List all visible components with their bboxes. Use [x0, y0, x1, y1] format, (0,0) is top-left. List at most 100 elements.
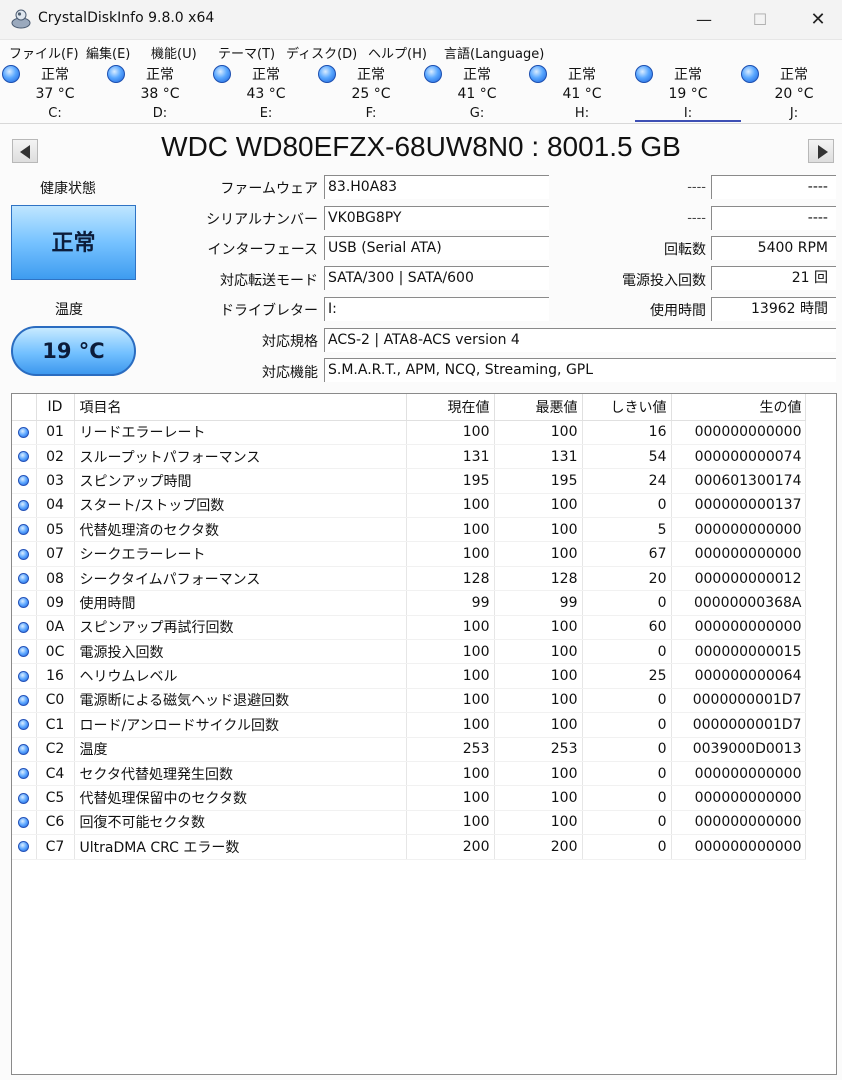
table-header-row: ID 項目名 現在値 最悪値 しきい値 生の値: [12, 394, 806, 421]
drive-letter: D:: [152, 106, 168, 121]
table-row[interactable]: C5 代替処理保留中のセクタ数 100 100 0 000000000000: [12, 785, 806, 811]
col-threshold[interactable]: しきい値: [582, 394, 672, 421]
drive-letter: J:: [789, 106, 799, 121]
drive-temp: 20 °C: [774, 86, 814, 102]
status-orb-icon: [318, 65, 336, 83]
status-dot-icon: [18, 841, 30, 853]
smart-table[interactable]: ID 項目名 現在値 最悪値 しきい値 生の値 01 リードエラーレート 100 10…: [11, 393, 837, 1075]
table-row[interactable]: 0C 電源投入回数 100 100 0 000000000015: [12, 639, 806, 665]
attr-current: 128: [406, 566, 495, 592]
drive-temp: 38 °C: [140, 86, 180, 102]
drive-tab-d[interactable]: 正常 38 °C D:: [107, 64, 213, 122]
attr-worst: 195: [494, 468, 583, 494]
status-orb-icon: [741, 65, 759, 83]
attr-raw: 000000000000: [671, 420, 806, 445]
col-raw[interactable]: 生の値: [671, 394, 806, 421]
menu-edit[interactable]: 編集(E): [86, 43, 130, 62]
attr-current: 100: [406, 761, 495, 787]
table-row[interactable]: 08 シークタイムパフォーマンス 128 128 20 000000000012: [12, 566, 806, 592]
attr-current: 100: [406, 639, 495, 665]
maximize-button[interactable]: ☐: [732, 0, 788, 40]
table-row[interactable]: 0A スピンアップ再試行回数 100 100 60 000000000000: [12, 615, 806, 641]
table-row[interactable]: C2 温度 253 253 0 0039000D0013: [12, 737, 806, 762]
attr-threshold: 20: [582, 566, 672, 592]
menu-language[interactable]: 言語(Language): [444, 43, 544, 62]
health-status-button[interactable]: 正常: [11, 205, 136, 280]
attr-id: 09: [36, 590, 75, 616]
attr-worst: 100: [494, 761, 583, 787]
table-row[interactable]: 09 使用時間 99 99 0 00000000368A: [12, 590, 806, 616]
minimize-button[interactable]: —: [676, 0, 732, 40]
col-current[interactable]: 現在値: [406, 394, 495, 421]
status-dot-icon: [18, 426, 30, 438]
attr-threshold: 67: [582, 541, 672, 567]
col-name[interactable]: 項目名: [74, 394, 407, 421]
attr-raw: 000000000015: [671, 639, 806, 665]
standard-field: ACS-2 | ATA8-ACS version 4: [324, 328, 836, 352]
menu-help[interactable]: ヘルプ(H): [368, 43, 427, 62]
menu-disk[interactable]: ディスク(D): [286, 43, 357, 62]
col-id[interactable]: ID: [36, 394, 75, 421]
attr-id: 0C: [36, 639, 75, 665]
col-worst[interactable]: 最悪値: [494, 394, 583, 421]
attr-raw: 000000000000: [671, 810, 806, 836]
temperature-badge[interactable]: 19 °C: [11, 326, 136, 376]
attr-status-cell: [12, 615, 37, 641]
attr-status-cell: [12, 688, 37, 714]
disk-model-title: WDC WD80EFZX-68UW8N0 : 8001.5 GB: [161, 131, 681, 162]
table-row[interactable]: 02 スループットパフォーマンス 131 131 54 000000000074: [12, 444, 806, 470]
attr-worst: 100: [494, 541, 583, 567]
attr-status-cell: [12, 420, 37, 445]
drive-status: 正常: [252, 67, 280, 83]
previous-disk-button[interactable]: [12, 139, 38, 163]
drive-tab-c[interactable]: 正常 37 °C C:: [2, 64, 108, 122]
drive-tab-h[interactable]: 正常 41 °C H:: [529, 64, 635, 122]
table-row[interactable]: C4 セクタ代替処理発生回数 100 100 0 000000000000: [12, 761, 806, 787]
table-row[interactable]: 16 ヘリウムレベル 100 100 25 000000000064: [12, 663, 806, 689]
table-row[interactable]: C6 回復不可能セクタ数 100 100 0 000000000000: [12, 810, 806, 836]
attr-status-cell: [12, 541, 37, 567]
attr-id: 0A: [36, 615, 75, 641]
drive-letter: G:: [469, 106, 485, 121]
table-row[interactable]: C7 UltraDMA CRC エラー数 200 200 0 000000000000: [12, 834, 806, 860]
col-status[interactable]: [12, 394, 37, 421]
status-orb-icon: [635, 65, 653, 83]
attr-raw: 000000000000: [671, 761, 806, 787]
menu-theme[interactable]: テーマ(T): [218, 43, 275, 62]
table-row[interactable]: C0 電源断による磁気ヘッド退避回数 100 100 0 0000000001D7: [12, 688, 806, 714]
health-label: 健康状態: [40, 181, 96, 197]
drive-tab-f[interactable]: 正常 25 °C F:: [318, 64, 424, 122]
menu-file[interactable]: ファイル(F): [9, 43, 79, 62]
attr-status-cell: [12, 834, 37, 860]
status-dot-icon: [18, 573, 30, 585]
table-row[interactable]: 05 代替処理済のセクタ数 100 100 5 000000000000: [12, 517, 806, 543]
serial-label: シリアルナンバー: [206, 212, 318, 228]
table-row[interactable]: C1 ロード/アンロードサイクル回数 100 100 0 0000000001D7: [12, 712, 806, 738]
drive-tab-j[interactable]: 正常 20 °C J:: [741, 64, 842, 122]
attr-current: 195: [406, 468, 495, 494]
close-button[interactable]: ✕: [790, 0, 842, 40]
status-dot-icon: [18, 719, 30, 731]
menu-function[interactable]: 機能(U): [151, 43, 197, 62]
power-on-hours-label: 使用時間: [650, 303, 706, 319]
status-orb-icon: [107, 65, 125, 83]
menu-bar: ファイル(F) 編集(E) 機能(U) テーマ(T) ディスク(D) ヘルプ(H…: [0, 40, 842, 64]
drive-tab-i[interactable]: 正常 19 °C I:: [635, 64, 741, 122]
attr-name: ヘリウムレベル: [74, 663, 407, 689]
next-disk-button[interactable]: [808, 139, 834, 163]
attr-id: C7: [36, 834, 75, 860]
table-row[interactable]: 07 シークエラーレート 100 100 67 000000000000: [12, 541, 806, 567]
table-row[interactable]: 03 スピンアップ時間 195 195 24 000601300174: [12, 468, 806, 494]
table-row[interactable]: 01 リードエラーレート 100 100 16 000000000000: [12, 420, 806, 445]
drive-tab-e[interactable]: 正常 43 °C E:: [213, 64, 319, 122]
drive-status: 正常: [674, 67, 702, 83]
attr-name: シークエラーレート: [74, 541, 407, 567]
attr-threshold: 16: [582, 420, 672, 445]
attr-raw: 000000000000: [671, 541, 806, 567]
table-row[interactable]: 04 スタート/ストップ回数 100 100 0 000000000137: [12, 493, 806, 519]
attr-threshold: 0: [582, 712, 672, 738]
drive-tab-g[interactable]: 正常 41 °C G:: [424, 64, 530, 122]
attr-status-cell: [12, 493, 37, 519]
status-dot-icon: [18, 646, 30, 658]
attr-worst: 100: [494, 639, 583, 665]
